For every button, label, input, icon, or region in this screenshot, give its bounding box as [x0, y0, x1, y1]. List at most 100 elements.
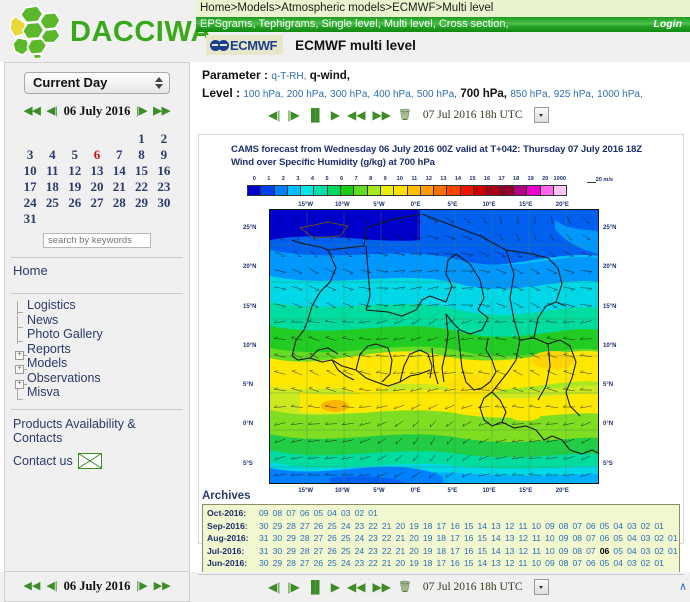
archives-day-link[interactable]: 01 — [668, 533, 678, 543]
archives-day-link[interactable]: 01 — [668, 546, 678, 556]
calendar-day[interactable]: 30 — [153, 195, 175, 211]
archives-day-link[interactable]: 23 — [355, 558, 365, 568]
archives-day-link[interactable]: 25 — [327, 521, 337, 531]
level-850-hpa[interactable]: 850 hPa, — [510, 89, 550, 100]
level-100-hpa[interactable]: 100 hPa, — [243, 89, 283, 100]
rewind-icon[interactable]: ◀◀ — [347, 109, 365, 121]
footer-chevron-down-icon[interactable] — [533, 579, 549, 595]
calendar-day[interactable]: 31 — [19, 211, 41, 227]
archives-day-link[interactable]: 07 — [586, 533, 596, 543]
calendar-day[interactable]: 1 — [130, 131, 152, 147]
archives-day-link[interactable]: 10 — [531, 558, 541, 568]
archives-day-link[interactable]: 11 — [518, 558, 527, 568]
calendar-day[interactable]: 12 — [64, 163, 86, 179]
archives-day-link[interactable]: 08 — [273, 508, 283, 518]
archives-day-link[interactable]: 18 — [437, 546, 447, 556]
archives-day-link[interactable]: 02 — [641, 558, 651, 568]
archives-day-link[interactable]: 02 — [654, 546, 664, 556]
archives-day-link[interactable]: 27 — [300, 558, 310, 568]
calendar-day[interactable]: 11 — [41, 163, 63, 179]
sidebar-item-products[interactable]: Products Availability & Contacts — [5, 410, 189, 445]
archives-day-link[interactable]: 23 — [368, 533, 378, 543]
pause-icon[interactable]: ▐▌ — [307, 109, 324, 121]
search-input[interactable] — [43, 233, 151, 248]
archives-day-link[interactable]: 09 — [545, 558, 555, 568]
archives-day-link[interactable]: 01 — [654, 558, 664, 568]
calendar-day[interactable]: 8 — [130, 147, 152, 163]
archives-day-link[interactable]: 08 — [572, 546, 582, 556]
archives-day-link[interactable]: 15 — [478, 546, 488, 556]
archives-day-link[interactable]: 14 — [491, 546, 501, 556]
archives-day-link[interactable]: 04 — [627, 546, 637, 556]
calendar-day[interactable]: 21 — [108, 179, 130, 195]
archives-day-link[interactable]: 21 — [396, 546, 406, 556]
calendar-day[interactable]: 20 — [86, 179, 108, 195]
archives-day-link[interactable]: 16 — [450, 521, 460, 531]
sidebar-item-misva[interactable]: Misva — [15, 385, 189, 401]
archives-day-link[interactable]: 12 — [518, 533, 528, 543]
archives-day-link[interactable]: 20 — [396, 558, 406, 568]
step-back-icon[interactable]: ◀| — [268, 109, 280, 121]
archives-day-link[interactable]: 07 — [572, 558, 582, 568]
calendar-day[interactable]: 17 — [19, 179, 41, 195]
archives-day-link[interactable]: 15 — [464, 558, 474, 568]
calendar-day[interactable]: 15 — [130, 163, 152, 179]
sidebar-item-photo-gallery[interactable]: Photo Gallery — [15, 327, 189, 345]
archives-day-link[interactable]: 05 — [613, 546, 623, 556]
calendar-day[interactable]: 18 — [41, 179, 63, 195]
sidebar-item-logistics[interactable]: Logistics — [15, 298, 189, 316]
archives-day-link[interactable]: 09 — [545, 521, 555, 531]
calendar-day[interactable]: 24 — [19, 195, 41, 211]
archives-day-link[interactable]: 05 — [314, 508, 324, 518]
archives-day-link[interactable]: 25 — [341, 546, 351, 556]
level-200-hpa[interactable]: 200 hPa, — [287, 89, 327, 100]
calendar-day[interactable]: 22 — [130, 179, 152, 195]
scroll-top-icon[interactable]: ∧ — [679, 580, 687, 593]
archives-day-link[interactable]: 16 — [450, 558, 460, 568]
calendar-day[interactable]: 7 — [108, 147, 130, 163]
archives-day-link[interactable]: 26 — [314, 521, 324, 531]
calendar-day[interactable]: 29 — [130, 195, 152, 211]
archives-day-link[interactable]: 02 — [641, 521, 651, 531]
archives-day-link[interactable]: 22 — [368, 521, 378, 531]
archives-day-link[interactable]: 29 — [273, 521, 283, 531]
archives-day-link[interactable]: 14 — [478, 558, 488, 568]
calendar-day[interactable]: 13 — [86, 163, 108, 179]
archives-day-link[interactable]: 11 — [518, 521, 527, 531]
archives-day-link[interactable]: 05 — [600, 558, 610, 568]
archives-day-link[interactable]: 30 — [259, 521, 269, 531]
calendar-day[interactable]: 3 — [19, 147, 41, 163]
level-300-hpa[interactable]: 300 hPa, — [330, 89, 370, 100]
calendar-day[interactable]: 28 — [108, 195, 130, 211]
archives-day-link[interactable]: 22 — [382, 533, 392, 543]
archives-day-link[interactable]: 26 — [327, 546, 337, 556]
sidebar-item-contact[interactable]: Contact us — [5, 445, 189, 469]
footer-date-next-icon[interactable]: |▶ — [136, 581, 147, 592]
calendar-day[interactable]: 27 — [86, 195, 108, 211]
footer-step-back-icon[interactable]: ◀| — [268, 581, 280, 593]
archives-day-link[interactable]: 01 — [368, 508, 378, 518]
footer-fast-forward-icon[interactable]: ▶▶ — [372, 581, 390, 593]
archives-day-link[interactable]: 03 — [341, 508, 351, 518]
sidebar-item-observations[interactable]: + Observations — [15, 371, 189, 389]
level-500-hpa[interactable]: 500 hPa, — [417, 89, 457, 100]
archives-day-link[interactable]: 03 — [641, 533, 651, 543]
archives-day-link[interactable]: 07 — [572, 521, 582, 531]
sub-navigation-links[interactable]: EPSgrams, Tephigrams, Single level, Mult… — [200, 18, 509, 30]
level-options[interactable]: 100 hPa, 200 hPa, 300 hPa, 400 hPa, 500 … — [243, 86, 642, 100]
sidebar-item-models[interactable]: + Models — [15, 356, 189, 375]
step-forward-icon[interactable]: |▶ — [287, 109, 299, 121]
archives-day-link[interactable]: 28 — [300, 533, 310, 543]
archives-day-link[interactable]: 06 — [600, 546, 610, 556]
archives-day-link[interactable]: 24 — [341, 558, 351, 568]
archives-day-link[interactable]: 21 — [382, 521, 392, 531]
calendar-day[interactable]: 4 — [41, 147, 63, 163]
archives-day-link[interactable]: 22 — [368, 558, 378, 568]
calendar-day[interactable]: 25 — [41, 195, 63, 211]
archives-day-link[interactable]: 24 — [355, 533, 365, 543]
sidebar-item-news[interactable]: News — [15, 313, 189, 330]
calendar-day[interactable]: 26 — [64, 195, 86, 211]
archives-day-link[interactable]: 26 — [327, 533, 337, 543]
archives-day-link[interactable]: 13 — [505, 546, 515, 556]
archives-day-link[interactable]: 08 — [559, 558, 569, 568]
